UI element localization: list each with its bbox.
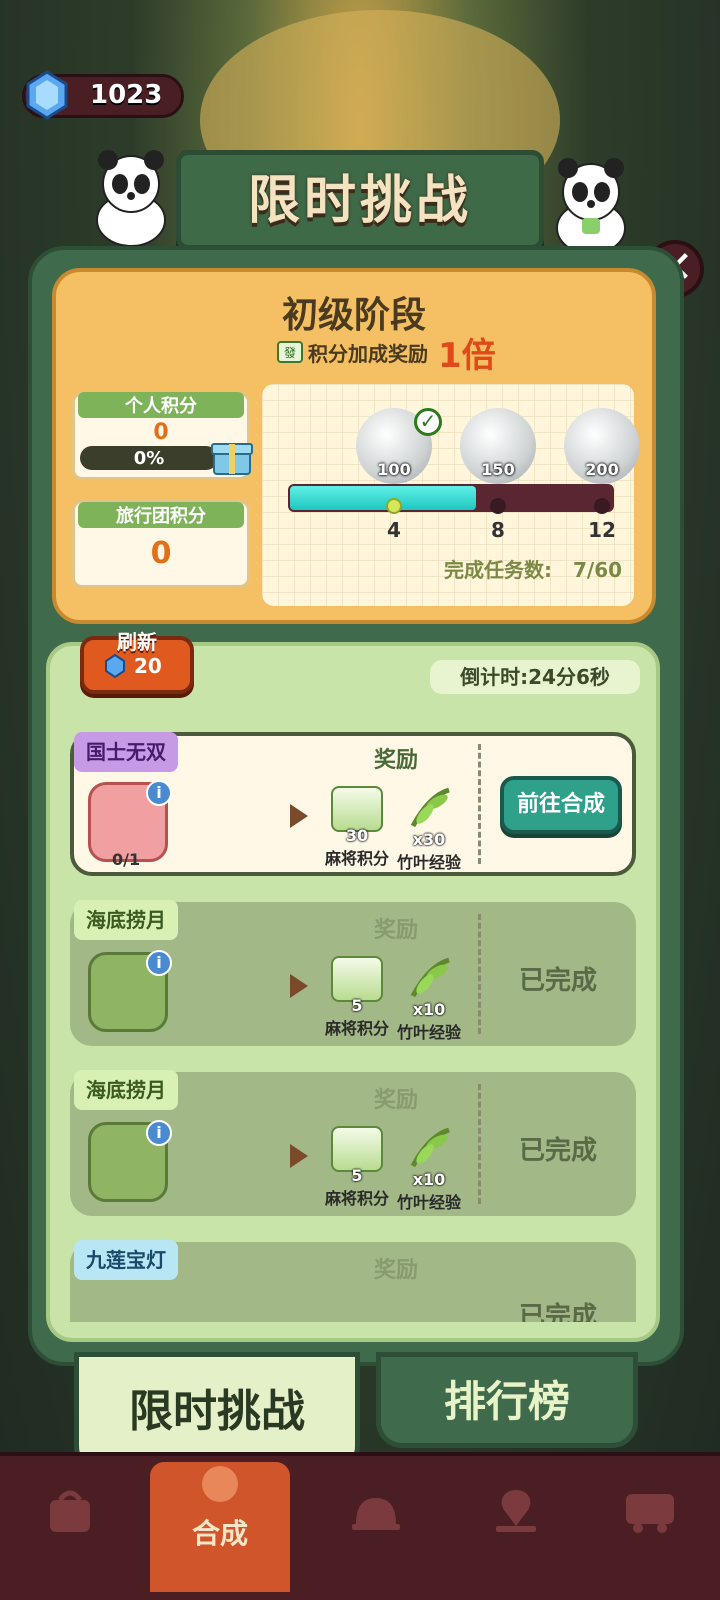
nav-label: 合成: [191, 1517, 248, 1550]
refresh-label: 刷新: [117, 630, 157, 654]
reward-name: 麻将积分: [324, 1019, 389, 1038]
milestone-threshold-2: 8: [491, 518, 505, 542]
milestone-threshold-1: 4: [387, 518, 401, 542]
tab-leaderboard[interactable]: 排行榜: [376, 1352, 638, 1448]
team-score-value: 0: [150, 536, 172, 571]
task-tag: 国士无双: [74, 732, 178, 772]
bamboo-leaf-icon: [410, 787, 450, 828]
bonus-label: 积分加成奖励: [308, 341, 428, 366]
reward-name: 麻将积分: [324, 1189, 389, 1208]
nav-map[interactable]: [446, 1462, 586, 1592]
reward-qty: x30: [412, 830, 446, 849]
milestone-dot-1: [386, 498, 402, 514]
divider: [478, 744, 481, 864]
personal-score-label: 个人积分: [78, 392, 244, 418]
map-pin-icon: [496, 1490, 536, 1532]
bag-icon: [50, 1490, 90, 1532]
task-tag: 九莲宝灯: [74, 1240, 178, 1280]
nav-service[interactable]: [306, 1462, 446, 1592]
arrow-right-icon: [290, 804, 308, 828]
divider: [478, 914, 481, 1034]
merge-icon: [202, 1466, 238, 1502]
reward-title: 奖励: [373, 918, 418, 943]
arrow-right-icon: [290, 1144, 308, 1168]
countdown-timer: 倒计时:24分6秒: [430, 660, 640, 694]
reward-bamboo-exp: x10 竹叶经验: [394, 1126, 464, 1213]
go-merge-button[interactable]: 前往合成: [500, 776, 622, 834]
reward-bamboo-exp: x10 竹叶经验: [394, 956, 464, 1043]
panda-right-icon: [556, 158, 626, 255]
completed-status: 已完成: [518, 1302, 597, 1322]
bamboo-leaf-icon: [410, 957, 450, 998]
task-count-label: 完成任务数:: [444, 558, 552, 582]
bus-icon: [626, 1494, 674, 1533]
reward-qty: 5: [351, 1166, 363, 1185]
reward-qty: 30: [345, 826, 369, 845]
task-progress: 0/1: [112, 850, 141, 869]
milestone-progress-fill: [290, 486, 476, 510]
milestone-reward-3: 200: [585, 460, 619, 479]
bamboo-leaf-icon: [410, 1127, 450, 1168]
task-tag: 海底捞月: [74, 1070, 178, 1110]
nav-bag[interactable]: [0, 1462, 140, 1592]
reward-title: 奖励: [373, 1088, 418, 1113]
service-bell-icon: [352, 1498, 400, 1530]
mahjong-tile-icon: 發: [277, 341, 303, 363]
reward-name: 竹叶经验: [396, 853, 461, 872]
reward-name: 竹叶经验: [396, 1023, 461, 1042]
reward-qty: x10: [412, 1000, 446, 1019]
milestone-dot-3: [594, 498, 610, 514]
reward-name: 麻将积分: [324, 849, 389, 868]
nav-travel[interactable]: [580, 1462, 720, 1592]
reward-mahjong-points: 5 麻将积分: [322, 1126, 392, 1209]
info-icon[interactable]: i: [146, 780, 172, 806]
divider: [478, 1084, 481, 1204]
stage-title: 初级阶段: [281, 295, 426, 336]
reward-name: 竹叶经验: [396, 1193, 461, 1212]
completed-status: 已完成: [518, 966, 597, 996]
gem-icon: [105, 654, 125, 678]
refresh-cost: 20: [104, 654, 162, 678]
page-title: 限时挑战: [247, 171, 472, 231]
nav-merge[interactable]: 合成: [150, 1462, 290, 1592]
personal-progress-pct: 0%: [133, 448, 165, 469]
bonus-multiplier: 1倍: [438, 335, 496, 376]
reward-mahjong-points: 30 麻将积分: [322, 786, 392, 869]
claimed-check-icon: ✓: [414, 408, 442, 436]
task-tag: 海底捞月: [74, 900, 178, 940]
reward-mahjong-points: 5 麻将积分: [322, 956, 392, 1039]
bonus-row: 發 积分加成奖励 1倍: [276, 332, 496, 376]
arrow-right-icon: [290, 974, 308, 998]
reward-qty: 5: [351, 996, 363, 1015]
info-icon[interactable]: i: [146, 950, 172, 976]
reward-qty: x10: [412, 1170, 446, 1189]
milestone-reward-2: 150: [481, 460, 515, 479]
gem-icon: [26, 70, 68, 120]
reward-bamboo-exp: x30 竹叶经验: [394, 786, 464, 873]
reward-title: 奖励: [373, 1258, 418, 1283]
completed-status: 已完成: [518, 1136, 597, 1166]
info-icon[interactable]: i: [146, 1120, 172, 1146]
panda-left-icon: [96, 150, 166, 247]
svg-text:發: 發: [284, 345, 296, 360]
reward-title: 奖励: [373, 748, 418, 773]
refresh-cost-value: 20: [134, 654, 162, 678]
milestone-dot-2: [490, 498, 506, 514]
gem-count: 1023: [90, 80, 163, 110]
gift-box-icon[interactable]: [210, 436, 254, 476]
milestone-reward-1: 100: [377, 460, 411, 479]
milestone-threshold-3: 12: [588, 518, 616, 542]
task-count-value: 7/60: [572, 558, 623, 582]
team-score-label: 旅行团积分: [78, 502, 244, 528]
task-count: 完成任务数: 7/60: [444, 554, 622, 583]
